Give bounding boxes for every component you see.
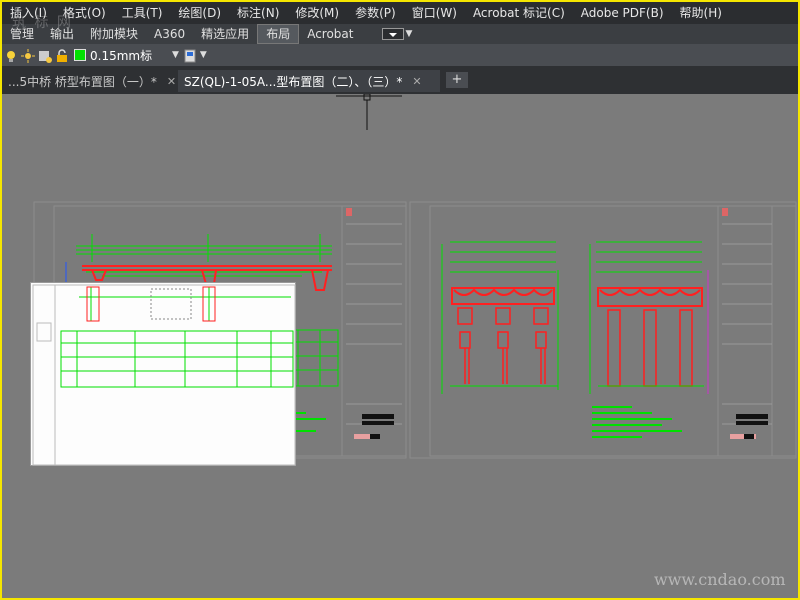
doc-tab-1[interactable]: ...5中桥 桥型布置图（一）* ✕: [2, 70, 176, 92]
menu-help[interactable]: 帮助(H): [672, 2, 730, 24]
menu-adobe-pdf[interactable]: Adobe PDF(B): [573, 2, 672, 24]
watermark-bottom: www.cndao.com: [654, 570, 786, 589]
sun-icon[interactable]: [21, 48, 35, 63]
new-tab-button[interactable]: +: [446, 72, 468, 88]
menubar: 插入(I) 格式(O) 工具(T) 绘图(D) 标注(N) 修改(M) 参数(P…: [2, 2, 798, 24]
tab-addins[interactable]: 附加模块: [82, 25, 146, 43]
overlaid-sheet-drawing: [32, 284, 296, 466]
tab-a360[interactable]: A360: [146, 25, 193, 43]
watermark-top: 筑 标 网: [12, 15, 73, 31]
pier-section-left: [441, 241, 559, 394]
layer-color-swatch[interactable]: [74, 49, 86, 61]
doc-tab-label: SZ(QL)-1-05A...型布置图（二）、（三）*: [184, 74, 403, 89]
lock-icon[interactable]: [55, 48, 69, 62]
notes-text-2: [592, 406, 682, 438]
layer-properties-icon[interactable]: [183, 48, 197, 63]
lightbulb-icon[interactable]: [4, 48, 18, 62]
logo-mark: [346, 208, 352, 216]
close-icon[interactable]: ✕: [412, 75, 421, 88]
doc-tab-label: ...5中桥 桥型布置图（一）*: [8, 74, 157, 89]
menu-acrobat-markup[interactable]: Acrobat 标记(C): [465, 2, 573, 24]
layer-toolbar: 0.15mm标 ▼ ▼: [2, 44, 798, 66]
crosshair-cursor: [336, 94, 402, 130]
lineweight-select[interactable]: 0.15mm标: [90, 47, 172, 64]
document-tabs: ...5中桥 桥型布置图（一）* ✕ SZ(QL)-1-05A...型布置图（二…: [2, 66, 798, 94]
tab-acrobat[interactable]: Acrobat: [299, 25, 361, 43]
title-block-2: [722, 223, 772, 425]
layer-freeze-icon[interactable]: [38, 48, 52, 63]
tab-featured-apps[interactable]: 精选应用: [193, 25, 257, 43]
menu-window[interactable]: 窗口(W): [404, 2, 465, 24]
drawing-canvas[interactable]: 筑 标 网 www.cndao.com: [2, 15, 798, 598]
menu-modify[interactable]: 修改(M): [287, 2, 347, 24]
menu-draw[interactable]: 绘图(D): [170, 2, 229, 24]
ribbon-options-icon[interactable]: [381, 28, 404, 40]
close-icon[interactable]: ✕: [167, 75, 176, 88]
menu-parametric[interactable]: 参数(P): [347, 2, 404, 24]
title-block-1: [346, 223, 402, 425]
doc-tab-2[interactable]: SZ(QL)-1-05A...型布置图（二）、（三）* ✕: [178, 70, 440, 92]
overlaid-sheet[interactable]: [30, 282, 296, 466]
pier-section-right: [589, 241, 709, 394]
app-window: 插入(I) 格式(O) 工具(T) 绘图(D) 标注(N) 修改(M) 参数(P…: [2, 2, 798, 598]
bridge-elevation: [65, 234, 332, 284]
ribbon-dropdown-icon[interactable]: ▼: [406, 29, 413, 39]
ribbon-tabs: 管理 输出 附加模块 A360 精选应用 布局 Acrobat ▼: [2, 24, 798, 44]
chevron-down-icon[interactable]: ▼: [172, 50, 179, 60]
menu-tools[interactable]: 工具(T): [114, 2, 171, 24]
tab-layout[interactable]: 布局: [257, 24, 300, 44]
menu-dimension[interactable]: 标注(N): [229, 2, 287, 24]
toolbar-overflow-icon[interactable]: ▼: [200, 50, 207, 60]
